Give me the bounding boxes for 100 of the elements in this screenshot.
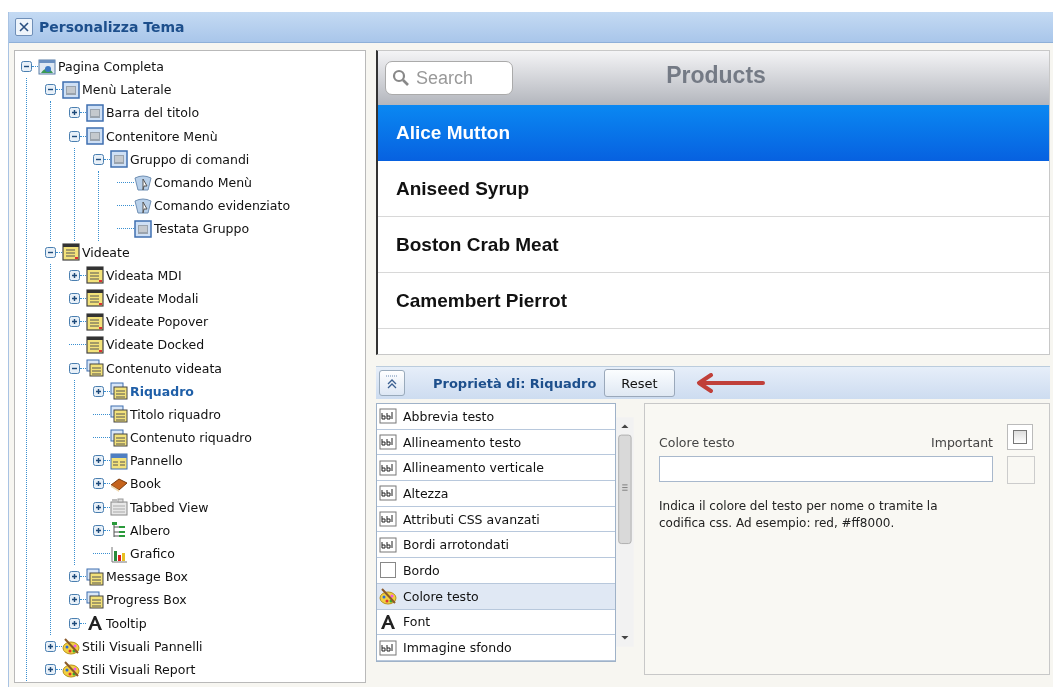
- collapse-toggle[interactable]: [45, 84, 56, 96]
- expand-toggle[interactable]: [69, 269, 80, 281]
- collapse-toggle[interactable]: [45, 246, 56, 258]
- tree-item[interactable]: Videate Modali: [106, 290, 199, 306]
- expand-toggle[interactable]: [93, 478, 104, 490]
- pointer-icon: [134, 173, 152, 192]
- text-field-icon: [379, 535, 397, 554]
- collapse-toggle[interactable]: [93, 153, 104, 165]
- list-item[interactable]: Boston Crab Meat: [378, 217, 1049, 273]
- tree-item[interactable]: Riquadro: [130, 383, 194, 399]
- tree-item[interactable]: Contenitore Menù: [106, 128, 218, 144]
- palette-icon: [62, 660, 80, 679]
- text-field-icon: [379, 484, 397, 503]
- reset-button[interactable]: Reset: [604, 369, 675, 397]
- collapse-toggle[interactable]: [21, 61, 32, 73]
- list-item[interactable]: Alice Mutton: [378, 105, 1049, 161]
- expand-toggle[interactable]: [69, 316, 80, 328]
- tree-item[interactable]: Videate: [82, 244, 130, 260]
- window-icon: [86, 289, 104, 308]
- tree-item[interactable]: Book: [130, 476, 162, 492]
- window-icon: [62, 80, 80, 99]
- property-item[interactable]: Allineamento verticale: [377, 455, 616, 482]
- preview-title: Products: [665, 61, 767, 89]
- tree-item[interactable]: Stili Visuali Report: [82, 661, 196, 677]
- palette-icon: [62, 637, 80, 656]
- window-icon: [86, 103, 104, 122]
- expand-toggle[interactable]: [93, 501, 104, 513]
- collapse-toggle[interactable]: [69, 130, 80, 142]
- tree-item[interactable]: Grafico: [130, 546, 175, 562]
- tree-item[interactable]: Contenuto videata: [106, 360, 222, 376]
- windows-icon: [110, 428, 128, 447]
- pointer-icon: [134, 196, 152, 215]
- windows-icon: [110, 405, 128, 424]
- property-item[interactable]: Colore testo: [377, 583, 616, 610]
- tabs-icon: [110, 498, 128, 517]
- tree-item[interactable]: Gruppo di comandi: [130, 151, 250, 167]
- tree-item[interactable]: Comando evidenziato: [154, 198, 291, 214]
- important-checkbox[interactable]: [1013, 430, 1027, 444]
- expand-toggle[interactable]: [69, 107, 80, 119]
- search-field[interactable]: Search: [385, 61, 513, 95]
- font-icon: [86, 614, 104, 633]
- tree-item[interactable]: Pannello: [130, 453, 183, 469]
- windows-icon: [86, 590, 104, 609]
- property-item[interactable]: Abbrevia testo: [377, 404, 616, 430]
- window-icon: [86, 312, 104, 331]
- color-swatch[interactable]: [1007, 456, 1035, 484]
- expand-toggle[interactable]: [69, 617, 80, 629]
- window-icon: [62, 243, 80, 262]
- tree-item[interactable]: Tabbed View: [130, 499, 209, 515]
- property-item[interactable]: Allineamento testo: [377, 429, 616, 456]
- collapse-button[interactable]: [379, 370, 405, 396]
- color-input-field[interactable]: [659, 456, 993, 482]
- tree-item[interactable]: Contenuto riquadro: [130, 430, 252, 446]
- windows-icon: [86, 359, 104, 378]
- tree-item[interactable]: Barra del titolo: [106, 105, 200, 121]
- tree-item[interactable]: Videata MDI: [106, 267, 182, 283]
- tree-item[interactable]: Titolo riquadro: [130, 406, 221, 422]
- expand-toggle[interactable]: [69, 292, 80, 304]
- properties-title: Proprietà di: Riquadro: [433, 375, 597, 391]
- chart-icon: [110, 544, 128, 563]
- pointer-arrow: [694, 373, 765, 393]
- tree-item[interactable]: Menù Laterale: [82, 82, 172, 98]
- important-label: Important: [931, 435, 993, 450]
- expand-toggle[interactable]: [45, 663, 56, 675]
- tree-item[interactable]: Tooltip: [106, 615, 147, 631]
- property-item[interactable]: Attributi CSS avanzati: [377, 506, 616, 533]
- tree-item[interactable]: Message Box: [106, 569, 188, 585]
- window-icon: [86, 127, 104, 146]
- tree-item[interactable]: Testata Gruppo: [154, 221, 250, 237]
- tree-item[interactable]: Videate Popover: [106, 314, 209, 330]
- list-item[interactable]: Aniseed Syrup: [378, 161, 1049, 217]
- font-icon: [379, 612, 397, 631]
- property-item[interactable]: Bordo: [377, 558, 616, 584]
- tree-item[interactable]: Videate Docked: [106, 337, 205, 353]
- text-field-icon: [379, 458, 397, 477]
- property-item[interactable]: Immagine sfondo: [377, 635, 616, 661]
- tree-item[interactable]: Comando Menù: [154, 175, 252, 191]
- text-field-icon: [379, 510, 397, 529]
- expand-toggle[interactable]: [45, 640, 56, 652]
- tree-item[interactable]: Pagina Completa: [58, 59, 164, 75]
- property-item[interactable]: Bordi arrotondati: [377, 532, 616, 559]
- close-icon[interactable]: [15, 18, 33, 36]
- expand-toggle[interactable]: [93, 524, 104, 536]
- square-icon: [379, 561, 397, 580]
- text-field-icon: [379, 407, 397, 426]
- expand-toggle[interactable]: [69, 594, 80, 606]
- tree-item[interactable]: Stili Visuali Pannelli: [82, 638, 203, 654]
- collapse-toggle[interactable]: [69, 362, 80, 374]
- tree-item[interactable]: Albero: [130, 522, 171, 538]
- text-field-icon: [379, 433, 397, 452]
- help-text: Indica il colore del testo per nome o tramite la codifica css. Ad esempio: red, #ff8000.: [659, 498, 939, 532]
- expand-toggle[interactable]: [93, 455, 104, 467]
- field-label: Colore testo: [659, 435, 736, 450]
- expand-toggle[interactable]: [69, 571, 80, 583]
- expand-toggle[interactable]: [93, 385, 104, 397]
- tree-item[interactable]: Progress Box: [106, 592, 187, 608]
- property-item[interactable]: Font: [377, 609, 616, 636]
- list-item[interactable]: Camembert Pierrot: [378, 273, 1049, 329]
- panel-icon: [110, 451, 128, 470]
- property-item[interactable]: Altezza: [377, 481, 616, 507]
